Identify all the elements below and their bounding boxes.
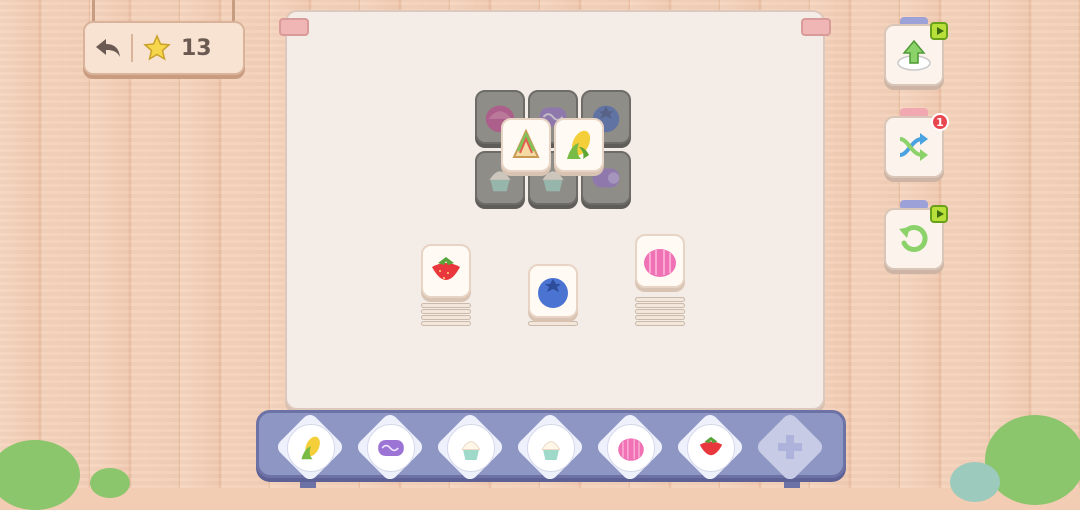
tray-item-cupcake xyxy=(447,424,495,472)
empty-slot xyxy=(767,424,813,470)
tile-sandwich[interactable] xyxy=(501,118,551,172)
tile-blueberry[interactable] xyxy=(528,264,578,318)
tray-item-cupcake xyxy=(527,424,575,472)
back-button[interactable] xyxy=(85,28,131,68)
stack-layer xyxy=(421,303,471,308)
purple-roll-icon xyxy=(378,440,404,456)
cupcake-icon xyxy=(461,441,481,460)
star-icon xyxy=(143,34,171,61)
hint-plate-arrow-icon xyxy=(897,39,931,71)
stack-layer xyxy=(635,321,685,326)
board-clip-right xyxy=(801,18,831,36)
stack-layer xyxy=(421,321,471,326)
undo-arrow-icon xyxy=(96,39,120,57)
blueberry-icon xyxy=(538,278,568,308)
game-board xyxy=(279,10,831,410)
bush-left-small xyxy=(90,468,130,498)
bush-right xyxy=(985,415,1080,505)
corn-icon xyxy=(567,130,591,159)
tray-slot-4 xyxy=(514,411,586,483)
shuffle-count-badge: 1 xyxy=(931,113,949,131)
tray-slot-2 xyxy=(354,411,426,483)
jelly-icon xyxy=(644,249,676,277)
sign-divider xyxy=(131,34,133,62)
undo-ad-play-icon xyxy=(930,205,948,223)
cupcake-icon xyxy=(541,441,561,460)
bush-right-blue xyxy=(950,462,1000,502)
stack-layer xyxy=(635,309,685,314)
stack-layer xyxy=(635,315,685,320)
tray-slot-5 xyxy=(594,411,666,483)
tile-strawberry[interactable] xyxy=(421,244,471,298)
tray-slot-1 xyxy=(274,411,346,483)
bush-left xyxy=(0,440,80,510)
tray-slot-7-empty xyxy=(754,411,826,483)
strawberry-icon xyxy=(699,436,723,456)
shuffle-icon xyxy=(899,133,928,161)
stack-layer xyxy=(421,315,471,320)
hint-ad-play-icon xyxy=(930,22,948,40)
tray-item-strawberry xyxy=(687,424,735,472)
tile-jelly[interactable] xyxy=(635,234,685,288)
stack-layer xyxy=(421,309,471,314)
tray-slot-6 xyxy=(674,411,746,483)
stack-layer xyxy=(528,321,578,326)
plus-icon xyxy=(778,435,802,459)
tile-corn[interactable] xyxy=(554,118,604,172)
tray-item-jelly xyxy=(607,424,655,472)
tray-item-corn xyxy=(287,424,335,472)
stack-layer xyxy=(635,297,685,302)
score-sign: 13 xyxy=(83,21,245,75)
sandwich-icon xyxy=(512,128,540,158)
undo-icon xyxy=(899,225,928,252)
tray-slot-3 xyxy=(434,411,506,483)
stack-layer xyxy=(635,303,685,308)
board-clip-left xyxy=(279,18,309,36)
corn-icon xyxy=(301,436,320,460)
strawberry-icon xyxy=(432,257,460,280)
jelly-icon xyxy=(618,438,644,461)
tray-item-purple-roll xyxy=(367,424,415,472)
star-count: 13 xyxy=(181,35,212,61)
